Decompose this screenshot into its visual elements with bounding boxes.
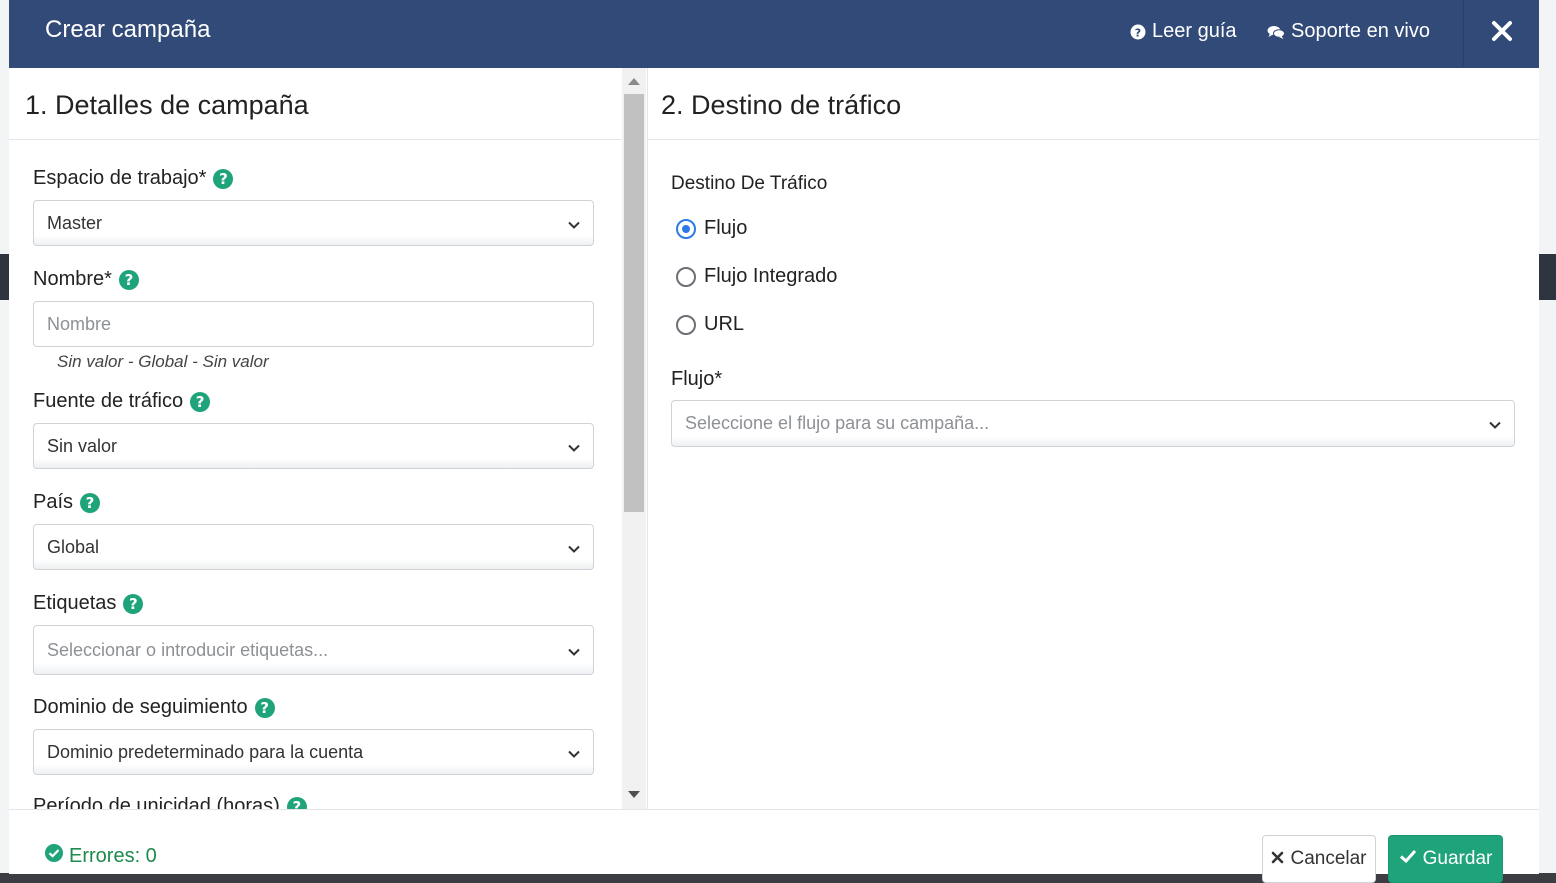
country-value: Global <box>47 536 100 557</box>
errors-count: Errores: 0 <box>69 844 157 867</box>
name-label-text: Nombre* <box>33 268 112 290</box>
help-icon[interactable]: ? <box>254 697 275 718</box>
cancel-button[interactable]: Cancelar <box>1262 835 1376 883</box>
close-modal-button[interactable] <box>1463 0 1540 66</box>
modal-title: Crear campaña <box>45 16 211 43</box>
tracking-domain-label-text: Dominio de seguimiento <box>33 696 248 718</box>
tracking-domain-label: Dominio de seguimiento ? <box>33 696 275 719</box>
flow-select[interactable]: Seleccione el flujo para su campaña... <box>671 400 1515 447</box>
name-hint: Sin valor - Global - Sin valor <box>57 352 269 371</box>
create-campaign-modal: Crear campaña ? Leer guía Soporte en viv… <box>9 0 1539 883</box>
chevron-down-icon <box>567 216 581 230</box>
section-divider <box>9 139 622 140</box>
svg-text:?: ? <box>1135 26 1141 39</box>
read-guide-link[interactable]: ? Leer guía <box>1130 20 1237 43</box>
destination-type-label: Destino De Tráfico <box>671 173 828 194</box>
details-scrollbar[interactable] <box>622 68 646 809</box>
chevron-down-icon <box>567 439 581 453</box>
help-icon[interactable]: ? <box>80 492 101 513</box>
live-support-link[interactable]: Soporte en vivo <box>1267 20 1430 43</box>
radio-flow-label: Flujo <box>704 217 748 239</box>
chevron-down-icon <box>567 643 581 657</box>
name-input[interactable]: Nombre <box>33 301 594 347</box>
campaign-details-panel: 1. Detalles de campaña Espacio de trabaj… <box>9 68 648 809</box>
save-button[interactable]: Guardar <box>1388 835 1503 883</box>
flow-placeholder: Seleccione el flujo para su campaña... <box>685 413 990 433</box>
help-icon[interactable]: ? <box>213 168 234 189</box>
radio-integrated-flow[interactable]: Flujo Integrado <box>676 265 837 288</box>
modal-header: Crear campaña ? Leer guía Soporte en viv… <box>9 0 1539 68</box>
workspace-label-text: Espacio de trabajo* <box>33 167 207 189</box>
radio-integrated-flow-label: Flujo Integrado <box>704 265 838 287</box>
workspace-select[interactable]: Master <box>33 200 594 246</box>
tracking-domain-select[interactable]: Dominio predeterminado para la cuenta <box>33 729 594 775</box>
help-icon[interactable]: ? <box>123 593 144 614</box>
cancel-label: Cancelar <box>1290 848 1367 869</box>
scroll-thumb[interactable] <box>624 94 644 512</box>
traffic-source-label: Fuente de tráfico ? <box>33 390 211 413</box>
radio-url[interactable]: URL <box>676 313 744 336</box>
check-circle-icon <box>45 844 63 868</box>
check-icon <box>1399 848 1417 870</box>
close-icon <box>1271 848 1284 870</box>
traffic-destination-panel: 2. Destino de tráfico Destino De Tráfico… <box>648 68 1539 809</box>
scroll-up-arrow[interactable] <box>628 78 640 85</box>
background-band-left <box>0 254 9 300</box>
radio-button-checked[interactable] <box>676 218 696 239</box>
traffic-destination-title: 2. Destino de tráfico <box>661 90 902 120</box>
close-icon <box>1491 20 1513 47</box>
background-app-left <box>0 0 9 873</box>
modal-footer: Errores: 0 Cancelar Guardar <box>9 809 1539 883</box>
uniqueness-period-label-text: Período de unicidad (horas) <box>33 795 280 809</box>
tags-select[interactable]: Seleccionar o introducir etiquetas... <box>33 625 594 675</box>
workspace-label: Espacio de trabajo* ? <box>33 167 234 190</box>
help-icon[interactable]: ? <box>118 269 139 290</box>
chat-bubbles-icon <box>1267 24 1285 40</box>
scroll-down-arrow[interactable] <box>628 791 640 798</box>
help-icon[interactable]: ? <box>286 796 307 809</box>
country-label: País ? <box>33 491 101 514</box>
workspace-value: Master <box>47 212 103 233</box>
chevron-down-icon <box>567 745 581 759</box>
tags-label: Etiquetas ? <box>33 592 144 615</box>
section-divider <box>648 139 1539 140</box>
tracking-domain-value: Dominio predeterminado para la cuenta <box>47 741 364 762</box>
campaign-details-title: 1. Detalles de campaña <box>25 90 309 120</box>
tags-placeholder: Seleccionar o introducir etiquetas... <box>47 639 329 660</box>
uniqueness-period-label: Período de unicidad (horas) ? <box>33 795 307 809</box>
chevron-down-icon <box>1488 416 1502 430</box>
question-circle-icon: ? <box>1130 24 1146 40</box>
traffic-source-select[interactable]: Sin valor <box>33 423 594 469</box>
background-app-right <box>1539 0 1556 873</box>
name-placeholder: Nombre <box>47 313 112 334</box>
country-label-text: País <box>33 491 74 513</box>
errors-status: Errores: 0 <box>45 844 157 868</box>
help-icon[interactable]: ? <box>190 391 211 412</box>
radio-button[interactable] <box>676 314 696 335</box>
live-support-label: Soporte en vivo <box>1291 20 1430 42</box>
country-select[interactable]: Global <box>33 524 594 570</box>
chevron-down-icon <box>567 540 581 554</box>
tags-label-text: Etiquetas <box>33 592 117 614</box>
traffic-source-label-text: Fuente de tráfico <box>33 390 184 412</box>
name-label: Nombre* ? <box>33 268 139 291</box>
background-band-right <box>1539 254 1556 300</box>
traffic-source-value: Sin valor <box>47 435 118 456</box>
radio-flow[interactable]: Flujo <box>676 217 747 240</box>
read-guide-label: Leer guía <box>1152 20 1237 42</box>
radio-button[interactable] <box>676 266 696 287</box>
flow-label: Flujo* <box>671 368 723 390</box>
radio-url-label: URL <box>704 313 745 335</box>
save-label: Guardar <box>1422 848 1493 869</box>
